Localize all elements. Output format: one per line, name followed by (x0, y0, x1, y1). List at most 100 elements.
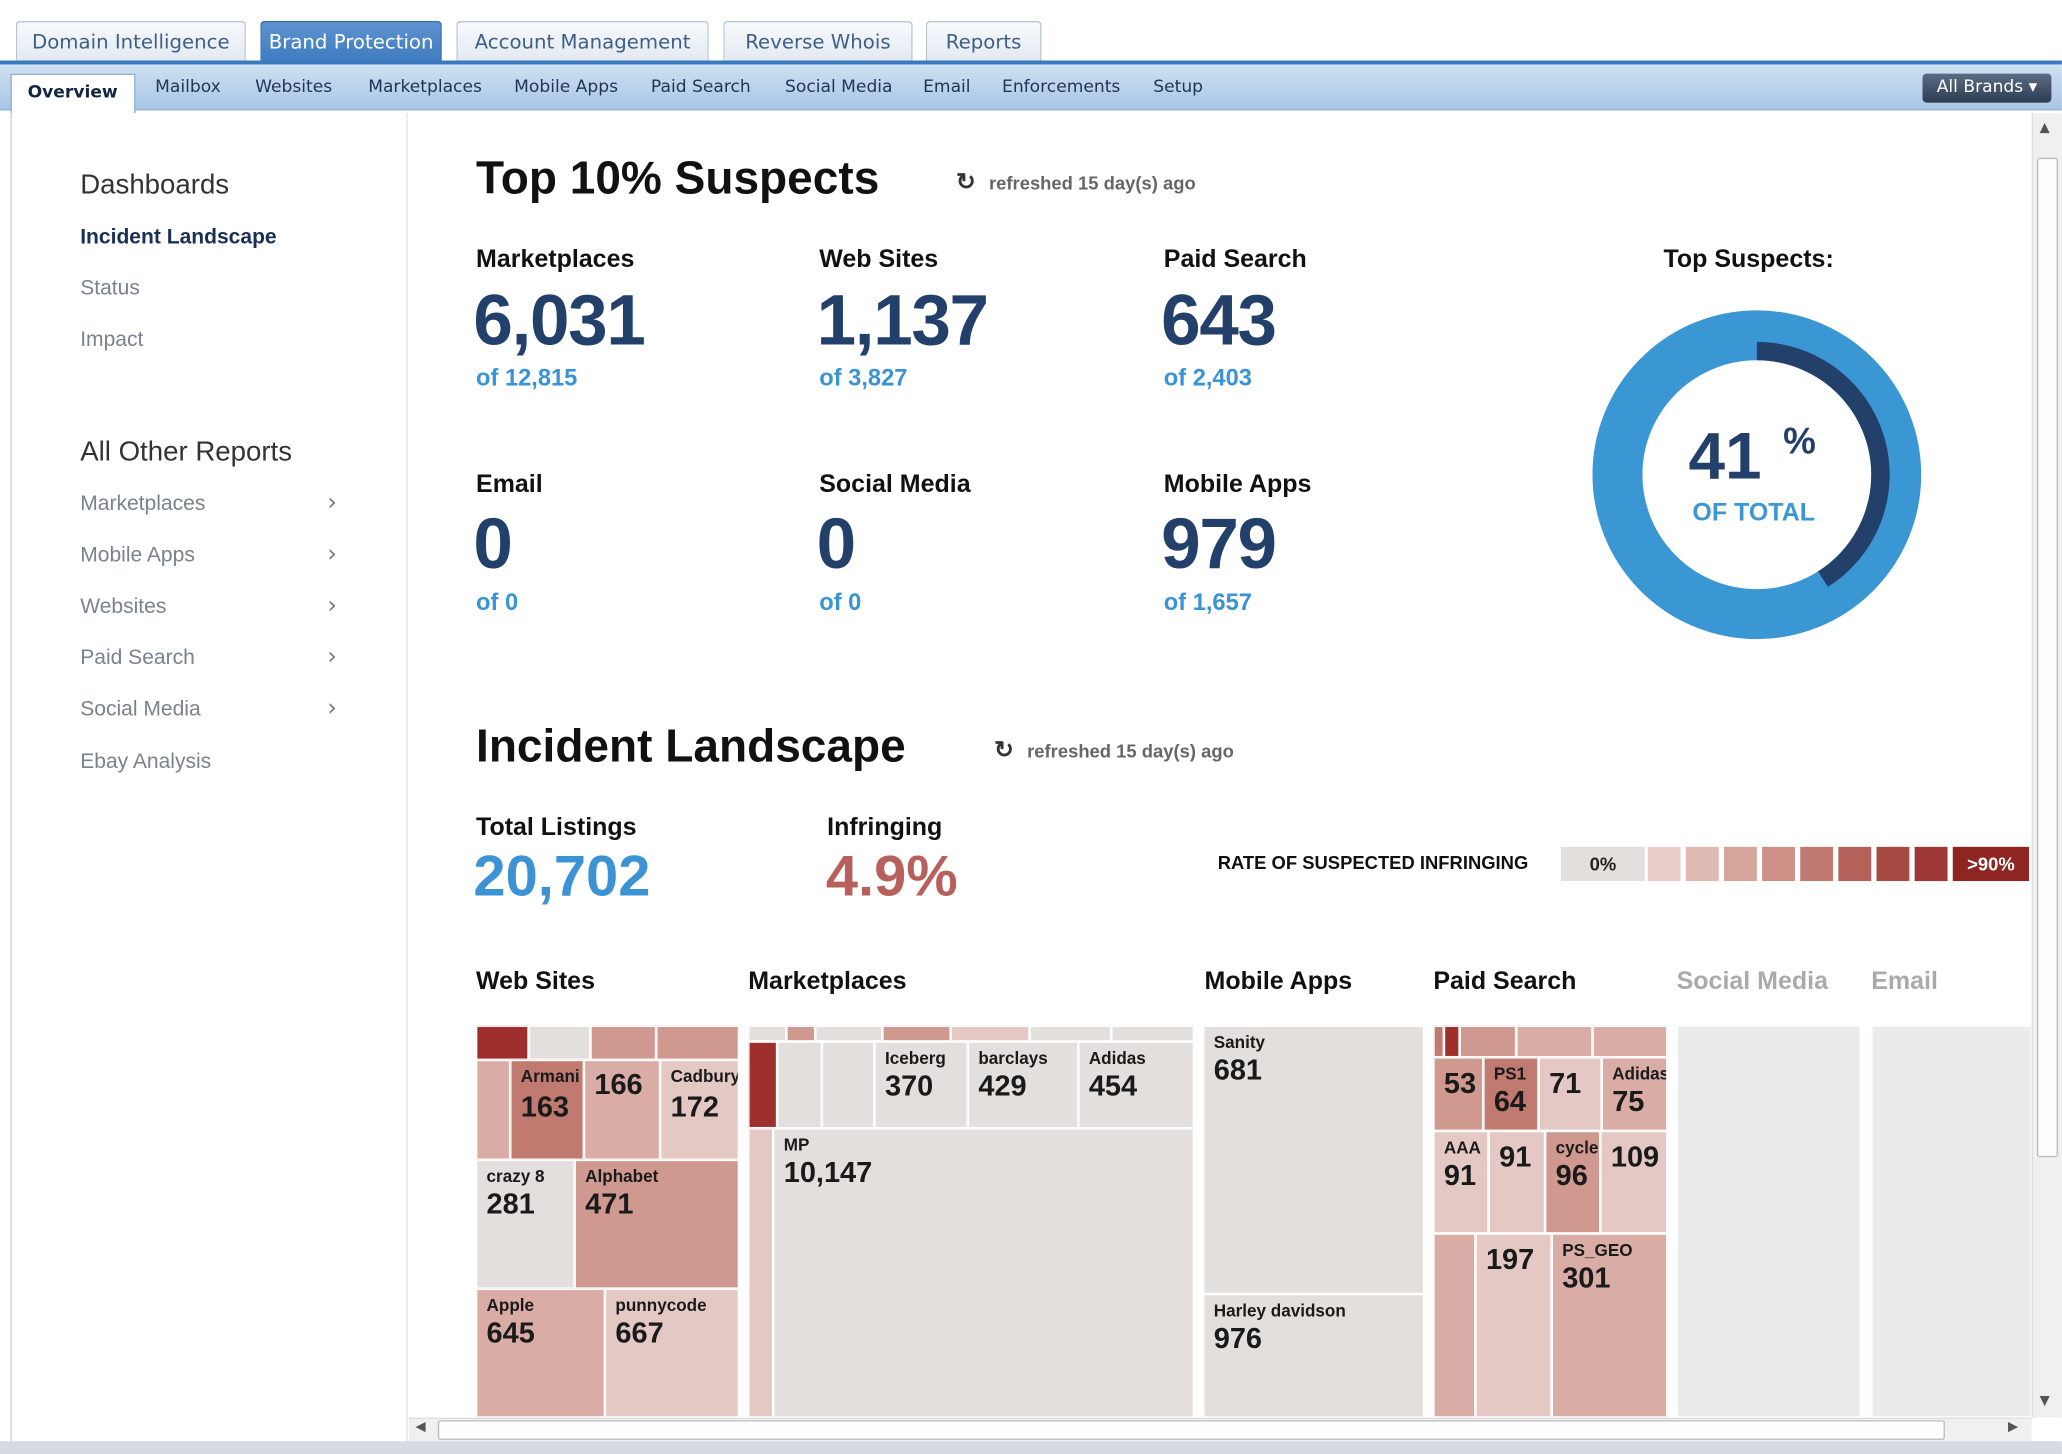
treemap-tile[interactable]: PS1 64 (1483, 1057, 1539, 1131)
treemap-tile[interactable] (1111, 1025, 1195, 1042)
sidebar-item-marketplaces[interactable]: Marketplaces (80, 493, 205, 517)
treemap-tile[interactable] (786, 1025, 816, 1042)
treemap-tile[interactable]: Apple 645 (476, 1288, 605, 1418)
scroll-down-icon[interactable]: ▼ (2040, 1394, 2050, 1408)
treemap-tile[interactable]: 109 (1600, 1130, 1668, 1234)
subnav-enforcements[interactable]: Enforcements (1002, 78, 1120, 98)
chevron-right-icon[interactable]: › (327, 592, 336, 620)
subnav-social-media[interactable]: Social Media (785, 78, 892, 98)
treemap-tile[interactable]: 71 (1538, 1057, 1602, 1131)
donut-title: Top Suspects: (1663, 245, 1834, 274)
treemap-tile[interactable] (1029, 1025, 1112, 1042)
tile-value: 53 (1443, 1066, 1477, 1100)
subnav-mobile-apps[interactable]: Mobile Apps (514, 78, 618, 98)
treemap-tile[interactable] (1443, 1025, 1460, 1058)
subnav-mailbox[interactable]: Mailbox (155, 78, 221, 98)
sidebar-item-paid-search[interactable]: Paid Search (80, 647, 195, 671)
tab-reports[interactable]: Reports (925, 21, 1042, 61)
column-marketplaces: Marketplaces (748, 967, 907, 996)
treemap-tile[interactable]: PS_GEO 301 (1551, 1233, 1668, 1418)
subnav-paid-search[interactable]: Paid Search (651, 78, 751, 98)
brand-select[interactable]: All Brands ▾ (1922, 73, 2052, 103)
treemap-tile[interactable]: punnycode 667 (604, 1288, 740, 1418)
treemap-tile[interactable] (882, 1025, 951, 1042)
chevron-right-icon[interactable]: › (327, 694, 336, 722)
treemap-tile[interactable] (748, 1041, 778, 1129)
treemap-tile[interactable] (1433, 1025, 1444, 1058)
treemap-tile[interactable] (1592, 1025, 1668, 1058)
treemap-tile[interactable]: cycle 96 (1545, 1130, 1601, 1234)
tile-label: Armani (520, 1066, 580, 1087)
treemap-tile[interactable] (1516, 1025, 1593, 1058)
scroll-up-icon[interactable]: ▲ (2040, 121, 2050, 135)
treemap-tile[interactable]: Alphabet 471 (574, 1159, 740, 1289)
scroll-left-icon[interactable]: ◀ (416, 1420, 426, 1434)
treemap-tile[interactable]: 91 (1488, 1130, 1546, 1234)
treemap-tile[interactable]: Sanity 681 (1203, 1025, 1425, 1294)
vertical-scrollbar[interactable]: ▲ ▼ (2031, 113, 2062, 1418)
treemap-tile[interactable]: 166 (583, 1059, 661, 1160)
sidebar-item-incident-landscape[interactable]: Incident Landscape (80, 226, 276, 250)
treemap-tile[interactable]: Iceberg 370 (874, 1041, 968, 1129)
sidebar-item-status[interactable]: Status (80, 277, 140, 301)
tab-brand-protection[interactable]: Brand Protection (260, 21, 442, 61)
refresh-icon[interactable]: ↻ (994, 736, 1014, 764)
tile-value: 301 (1562, 1261, 1611, 1294)
top-suspects-refresh[interactable]: ↻ refreshed 15 day(s) ago (956, 168, 1196, 196)
refresh-text: refreshed 15 day(s) ago (1027, 740, 1234, 762)
treemap-tile[interactable] (815, 1025, 883, 1042)
incident-refresh[interactable]: ↻ refreshed 15 day(s) ago (994, 736, 1234, 764)
chevron-right-icon[interactable]: › (327, 540, 336, 568)
treemap-tile[interactable] (476, 1059, 511, 1160)
treemap-email-empty (1871, 1025, 2032, 1418)
treemap-tile[interactable] (950, 1025, 1030, 1042)
subnav-email[interactable]: Email (923, 78, 970, 98)
treemap-tile[interactable] (777, 1041, 822, 1129)
sidebar-item-websites[interactable]: Websites (80, 596, 166, 620)
treemap-tile[interactable]: MP 10,147 (773, 1128, 1195, 1418)
treemap-tile[interactable] (748, 1128, 774, 1418)
treemap-tile[interactable]: Armani 163 (510, 1059, 584, 1160)
treemap-tile[interactable] (656, 1025, 740, 1060)
subnav-setup[interactable]: Setup (1153, 78, 1203, 98)
subnav-marketplaces[interactable]: Marketplaces (368, 78, 482, 98)
tile-value: 163 (520, 1090, 570, 1124)
horizontal-scrollbar[interactable]: ◀ ▶ (408, 1417, 2032, 1442)
rate-scale-max: >90% (1952, 846, 2030, 882)
donut-value: 41 (1688, 419, 1762, 494)
tile-value: 370 (884, 1069, 934, 1102)
treemap-tile[interactable]: crazy 8 281 (476, 1159, 575, 1289)
treemap-tile[interactable] (528, 1025, 591, 1060)
treemap-tile[interactable] (1459, 1025, 1517, 1058)
tab-domain-intelligence[interactable]: Domain Intelligence (15, 21, 246, 61)
treemap-tile[interactable] (748, 1025, 787, 1042)
tile-label: Iceberg (884, 1048, 946, 1068)
vertical-scroll-thumb[interactable] (2036, 157, 2058, 1158)
tab-account-management[interactable]: Account Management (456, 21, 709, 61)
treemap-tile[interactable]: Adidas 454 (1078, 1041, 1195, 1129)
treemap-tile[interactable] (821, 1041, 875, 1129)
treemap-tile[interactable] (1433, 1233, 1476, 1418)
sidebar-item-impact[interactable]: Impact (80, 329, 143, 353)
treemap-tile[interactable]: Harley davidson 976 (1203, 1293, 1425, 1418)
chevron-right-icon[interactable]: › (327, 643, 336, 671)
subnav-overview[interactable]: Overview (10, 73, 135, 114)
treemap-tile[interactable]: 53 (1433, 1057, 1484, 1131)
treemap-tile[interactable]: Adidas 75 (1601, 1057, 1668, 1131)
treemap-tile[interactable]: AAA 91 (1433, 1130, 1489, 1234)
treemap-tile[interactable] (590, 1025, 657, 1060)
metric-label: Paid Search (1163, 245, 1307, 274)
treemap-tile[interactable]: 197 (1475, 1233, 1552, 1418)
horizontal-scroll-thumb[interactable] (437, 1420, 1945, 1440)
sidebar-item-mobile-apps[interactable]: Mobile Apps (80, 544, 195, 568)
tab-reverse-whois[interactable]: Reverse Whois (723, 21, 913, 61)
chevron-right-icon[interactable]: › (327, 489, 336, 517)
sidebar-item-social-media[interactable]: Social Media (80, 698, 200, 722)
refresh-icon[interactable]: ↻ (956, 168, 976, 196)
treemap-tile[interactable] (476, 1025, 529, 1060)
scroll-right-icon[interactable]: ▶ (2008, 1420, 2018, 1434)
treemap-tile[interactable]: Cadbury 172 (660, 1059, 740, 1160)
sidebar-item-ebay-analysis[interactable]: Ebay Analysis (80, 751, 211, 775)
subnav-websites[interactable]: Websites (255, 78, 332, 98)
treemap-tile[interactable]: barclays 429 (967, 1041, 1079, 1129)
